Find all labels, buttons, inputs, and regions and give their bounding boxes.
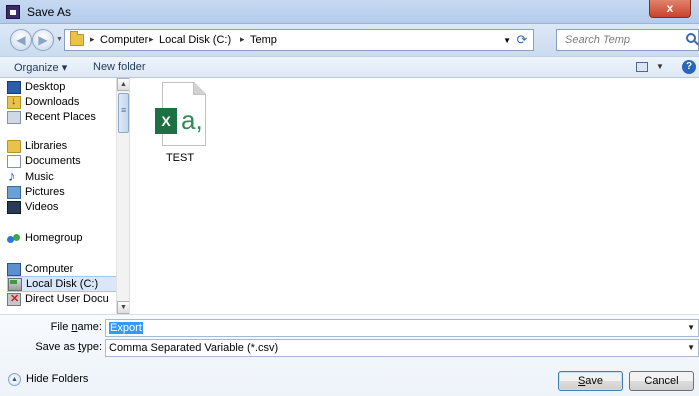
title-bar: Save As x [0, 0, 699, 24]
sidebar-item-homegroup[interactable]: Homegroup [7, 231, 119, 247]
address-dropdown-icon[interactable]: ▼ [503, 36, 511, 45]
recent-pages-dropdown-icon[interactable]: ▼ [56, 36, 63, 43]
desktop-icon [7, 81, 21, 94]
file-name-value[interactable]: Export [109, 322, 143, 334]
chevron-up-icon: ▲ [8, 373, 21, 386]
sidebar-item-desktop[interactable]: Desktop [7, 80, 119, 96]
file-name: TEST [165, 152, 195, 164]
navigation-scrollbar[interactable]: ▲ ▼ [116, 78, 129, 314]
excel-badge-icon: X [155, 108, 177, 134]
file-name-dropdown-icon[interactable]: ▼ [687, 323, 695, 332]
file-item-test[interactable]: X a, TEST [147, 78, 213, 168]
organize-menu[interactable]: Organize ▾ [14, 61, 67, 74]
save-button[interactable]: Save [558, 371, 623, 391]
homegroup-icon [7, 232, 21, 245]
sidebar-item-label: Homegroup [25, 232, 83, 244]
sidebar-item-videos[interactable]: Videos [7, 200, 119, 216]
save-as-type-label: Save as type: [35, 341, 102, 353]
computer-icon [7, 263, 21, 276]
sidebar-item-label: Local Disk (C:) [26, 278, 99, 290]
sidebar-item-music[interactable]: Music [7, 170, 119, 186]
sidebar-item-label: Libraries [25, 140, 68, 152]
cancel-button[interactable]: Cancel [629, 371, 694, 391]
sidebar-item-label: Computer [25, 263, 74, 275]
videos-icon [7, 201, 21, 214]
save-as-app-icon [6, 5, 20, 19]
sidebar-item-pictures[interactable]: Pictures [7, 185, 119, 201]
save-options-panel: File name: Export ▼ Save as type: Comma … [0, 314, 699, 396]
sidebar-item-direct-user-docu[interactable]: Direct User Docu [7, 292, 119, 308]
breadcrumb-separator[interactable]: ▸ [149, 34, 154, 45]
command-bar: Organize ▾ New folder ▼ ? [0, 56, 699, 78]
new-folder-button[interactable]: New folder [93, 61, 146, 73]
breadcrumb-temp[interactable]: Temp [250, 34, 277, 46]
save-as-type-dropdown-icon[interactable]: ▼ [687, 343, 695, 352]
save-as-type-value: Comma Separated Variable (*.csv) [109, 342, 279, 354]
back-button[interactable]: ◀ [10, 29, 32, 51]
hide-folders-label: Hide Folders [26, 373, 89, 385]
help-icon[interactable]: ? [682, 60, 696, 74]
breadcrumb-separator[interactable]: ▸ [240, 34, 245, 45]
breadcrumb-separator[interactable]: ▸ [90, 34, 95, 45]
local-disk-icon [8, 278, 22, 291]
sidebar-item-label: Documents [25, 155, 81, 167]
sidebar-item-label: Pictures [25, 186, 65, 198]
recent-places-icon [7, 111, 21, 124]
documents-icon [7, 155, 21, 168]
pictures-icon [7, 186, 21, 199]
scrollbar-thumb[interactable] [118, 93, 129, 133]
breadcrumb-computer[interactable]: Computer [100, 34, 148, 46]
sidebar-item-label: Recent Places [25, 111, 96, 123]
sidebar-item-downloads[interactable]: Downloads [7, 95, 119, 111]
save-as-type-select[interactable]: Comma Separated Variable (*.csv) ▼ [105, 339, 699, 357]
change-view-icon[interactable] [636, 62, 648, 72]
breadcrumb-local-disk[interactable]: Local Disk (C:) [159, 34, 231, 46]
address-row: ◀ ▶ ▼ ▸ Computer ▸ Local Disk (C:) ▸ Tem… [0, 24, 699, 56]
search-placeholder: Search Temp [565, 34, 631, 46]
music-icon [7, 170, 21, 185]
file-list[interactable]: X a, TEST [131, 78, 699, 314]
search-input[interactable]: Search Temp [556, 29, 699, 51]
sidebar-item-label: Music [25, 171, 54, 183]
search-icon[interactable] [686, 33, 696, 43]
refresh-icon[interactable]: ⟳ [513, 31, 531, 49]
sidebar-item-label: Downloads [25, 96, 80, 108]
network-drive-icon [7, 292, 21, 306]
file-name-label: File name: [50, 321, 102, 333]
sidebar-item-recent-places[interactable]: Recent Places [7, 110, 119, 126]
libraries-icon [7, 140, 21, 153]
downloads-icon [7, 95, 21, 109]
address-bar[interactable]: ▸ Computer ▸ Local Disk (C:) ▸ Temp ▼ ⟳ [64, 29, 534, 51]
sidebar-item-label: Videos [25, 201, 59, 213]
scroll-up-icon[interactable]: ▲ [117, 78, 129, 91]
window-title: Save As [27, 5, 72, 19]
excel-letter-icon: a, [181, 105, 203, 135]
sidebar-item-documents[interactable]: Documents [7, 154, 119, 170]
navigation-pane: Desktop Downloads Recent Places Librarie… [0, 78, 130, 314]
close-button[interactable]: x [649, 0, 691, 18]
sidebar-item-label: Direct User Docu [25, 293, 109, 305]
scroll-down-icon[interactable]: ▼ [117, 301, 129, 314]
sidebar-item-local-disk[interactable]: Local Disk (C:) [7, 276, 119, 292]
excel-csv-icon: X a, [152, 82, 208, 148]
file-name-field[interactable]: Export ▼ [105, 319, 699, 337]
folder-icon [70, 31, 84, 46]
forward-button[interactable]: ▶ [32, 29, 54, 51]
view-options-dropdown-icon[interactable]: ▼ [656, 62, 664, 71]
sidebar-item-libraries[interactable]: Libraries [7, 139, 119, 155]
sidebar-item-label: Desktop [25, 81, 66, 93]
